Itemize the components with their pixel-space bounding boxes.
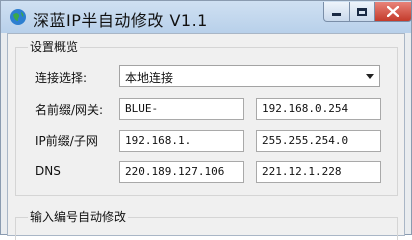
- connection-select[interactable]: 本地连接: [119, 65, 380, 87]
- overview-group-title: 设置概览: [28, 38, 81, 55]
- close-button[interactable]: [374, 2, 412, 22]
- maximize-icon: [357, 7, 367, 16]
- dns-primary-input[interactable]: 220.189.127.106: [119, 161, 244, 183]
- close-icon: [387, 6, 399, 17]
- auto-modify-group-title: 输入编号自动修改: [28, 208, 129, 225]
- dns-label: DNS: [35, 164, 61, 178]
- globe-icon: [10, 9, 26, 25]
- chevron-down-icon[interactable]: [366, 74, 374, 79]
- minimize-icon: [332, 13, 341, 16]
- window-title: 深蓝IP半自动修改 V1.1: [33, 11, 208, 30]
- name-prefix-input[interactable]: BLUE-: [119, 98, 244, 120]
- minimize-button[interactable]: [323, 2, 350, 22]
- gateway-input[interactable]: 192.168.0.254: [256, 98, 381, 120]
- ip-mask-label: IP前缀/子网: [35, 134, 98, 148]
- maximize-button[interactable]: [349, 2, 375, 22]
- name-gateway-label: 名前缀/网关:: [35, 103, 104, 117]
- subnet-mask-input[interactable]: 255.255.254.0: [256, 130, 381, 152]
- connection-label: 连接选择:: [35, 71, 88, 85]
- title-bar[interactable]: 深蓝IP半自动修改 V1.1: [1, 1, 412, 33]
- app-window: 深蓝IP半自动修改 V1.1 设置概览 连接选择: 本地连接 名前缀/网关: B…: [0, 0, 412, 240]
- dns-secondary-input[interactable]: 221.12.1.228: [256, 161, 381, 183]
- connection-select-value: 本地连接: [125, 71, 174, 85]
- ip-prefix-input[interactable]: 192.168.1.: [119, 130, 244, 152]
